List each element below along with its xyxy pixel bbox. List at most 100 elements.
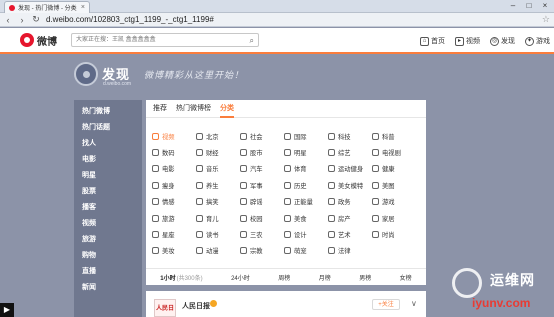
tab-categories[interactable]: 分类: [220, 100, 234, 118]
avatar[interactable]: 人民日报: [154, 299, 176, 317]
category-item[interactable]: 政务: [328, 194, 372, 210]
sidebar-item-stocks[interactable]: 股票: [82, 186, 96, 196]
sidebar-item-podcast[interactable]: 播客: [82, 202, 96, 212]
category-item[interactable]: 宗教: [240, 243, 284, 259]
category-item[interactable]: 国际: [284, 128, 328, 144]
window-close-button[interactable]: ×: [537, 0, 553, 12]
category-item[interactable]: 科普: [372, 128, 416, 144]
filter-week[interactable]: 周榜: [278, 273, 290, 282]
nav-games[interactable]: ✦ 游戏: [525, 36, 550, 46]
category-item[interactable]: 星座: [152, 226, 196, 242]
category-item[interactable]: 美妆: [152, 243, 196, 259]
category-icon: [152, 231, 159, 239]
nav-discover[interactable]: ◎ 发现: [490, 36, 515, 46]
follow-button[interactable]: +关注: [372, 299, 400, 310]
sidebar-item-stars[interactable]: 明星: [82, 170, 96, 180]
tab-recommend[interactable]: 推荐: [153, 100, 167, 118]
poster-name[interactable]: 人民日报: [182, 301, 210, 311]
filter-24h[interactable]: 24小时: [231, 273, 250, 282]
nav-home[interactable]: ⌂ 首页: [420, 36, 445, 46]
category-item[interactable]: 明星: [284, 144, 328, 160]
category-item[interactable]: 美女模特: [328, 177, 372, 193]
sidebar-item-hot-topics[interactable]: 热门话题: [82, 122, 110, 132]
category-item[interactable]: 历史: [284, 177, 328, 193]
category-item[interactable]: 军事: [240, 177, 284, 193]
category-label: 财经: [206, 150, 219, 158]
filter-month[interactable]: 月榜: [319, 273, 331, 282]
category-item[interactable]: 辟谣: [240, 194, 284, 210]
sidebar-item-live[interactable]: 直播: [82, 266, 96, 276]
category-icon: [284, 231, 291, 239]
category-item[interactable]: 音乐: [196, 161, 240, 177]
category-item[interactable]: 游戏: [372, 194, 416, 210]
category-label: 育儿: [206, 215, 219, 223]
category-item[interactable]: 运动健身: [328, 161, 372, 177]
search-input[interactable]: [72, 34, 258, 46]
category-item[interactable]: 北京: [196, 128, 240, 144]
category-item[interactable]: 家居: [372, 210, 416, 226]
category-item[interactable]: 瘦身: [152, 177, 196, 193]
category-item[interactable]: 科技: [328, 128, 372, 144]
category-item[interactable]: 育儿: [196, 210, 240, 226]
category-item[interactable]: 时尚: [372, 226, 416, 242]
sidebar-item-news[interactable]: 新闻: [82, 282, 96, 292]
sidebar-item-travel[interactable]: 旅游: [82, 234, 96, 244]
sidebar-item-find-people[interactable]: 找人: [82, 138, 96, 148]
category-item[interactable]: 养生: [196, 177, 240, 193]
category-item[interactable]: 设计: [284, 226, 328, 242]
tab-close-icon[interactable]: ×: [81, 4, 85, 11]
sidebar-item-movies[interactable]: 电影: [82, 154, 96, 164]
category-item[interactable]: 视频: [152, 128, 196, 144]
filter-female[interactable]: 女榜: [400, 273, 412, 282]
url-field[interactable]: d.weibo.com/102803_ctg1_1199_-_ctg1_1199…: [46, 15, 536, 24]
sidebar-item-hot-weibo[interactable]: 热门微博: [82, 106, 110, 116]
category-label: 军事: [250, 182, 263, 190]
category-item[interactable]: 社会: [240, 128, 284, 144]
category-item[interactable]: 房产: [328, 210, 372, 226]
category-item[interactable]: 财经: [196, 144, 240, 160]
category-item[interactable]: 美图: [372, 177, 416, 193]
maximize-button[interactable]: □: [521, 0, 537, 12]
filter-1h-count: (共300条): [176, 275, 203, 282]
category-item[interactable]: 情感: [152, 194, 196, 210]
category-label: 明星: [294, 150, 307, 158]
nav-video[interactable]: ▸ 视频: [455, 36, 480, 46]
minimize-button[interactable]: –: [505, 0, 521, 12]
category-item[interactable]: 三农: [240, 226, 284, 242]
category-item[interactable]: 动漫: [196, 243, 240, 259]
browser-tab[interactable]: 发现 - 热门微博 - 分类 ×: [4, 1, 90, 13]
category-label: 体育: [294, 166, 307, 174]
category-item[interactable]: 法律: [328, 243, 372, 259]
filter-male[interactable]: 男榜: [359, 273, 371, 282]
category-item[interactable]: 汽车: [240, 161, 284, 177]
category-item[interactable]: 搞笑: [196, 194, 240, 210]
search-icon[interactable]: ⌕: [250, 36, 254, 46]
category-item[interactable]: 读书: [196, 226, 240, 242]
weibo-logo[interactable]: 微博: [20, 33, 57, 48]
category-item[interactable]: 体育: [284, 161, 328, 177]
category-item[interactable]: 正能量: [284, 194, 328, 210]
category-item[interactable]: 校园: [240, 210, 284, 226]
tab-hot-ranking[interactable]: 热门微博榜: [176, 100, 211, 118]
category-item[interactable]: 旅游: [152, 210, 196, 226]
category-icon: [152, 198, 159, 206]
category-item[interactable]: 电影: [152, 161, 196, 177]
category-item[interactable]: 健康: [372, 161, 416, 177]
category-item[interactable]: 电视剧: [372, 144, 416, 160]
category-item[interactable]: 艺术: [328, 226, 372, 242]
back-arrow-icon[interactable]: ‹: [4, 15, 12, 25]
bookmark-star-icon[interactable]: ☆: [542, 14, 550, 25]
category-item[interactable]: 美食: [284, 210, 328, 226]
sidebar-item-video[interactable]: 视频: [82, 218, 96, 228]
sidebar-item-shopping[interactable]: 购物: [82, 250, 96, 260]
category-label: 国际: [294, 133, 307, 141]
category-item[interactable]: 综艺: [328, 144, 372, 160]
filter-1h[interactable]: 1小时(共300条): [160, 273, 202, 282]
category-item[interactable]: 数码: [152, 144, 196, 160]
category-item[interactable]: 萌宠: [284, 243, 328, 259]
forward-arrow-icon[interactable]: ›: [18, 15, 26, 25]
play-icon[interactable]: ▶: [0, 303, 14, 317]
reload-icon[interactable]: ↻: [32, 14, 40, 25]
category-item[interactable]: 股市: [240, 144, 284, 160]
chevron-down-icon[interactable]: ∨: [411, 299, 417, 308]
